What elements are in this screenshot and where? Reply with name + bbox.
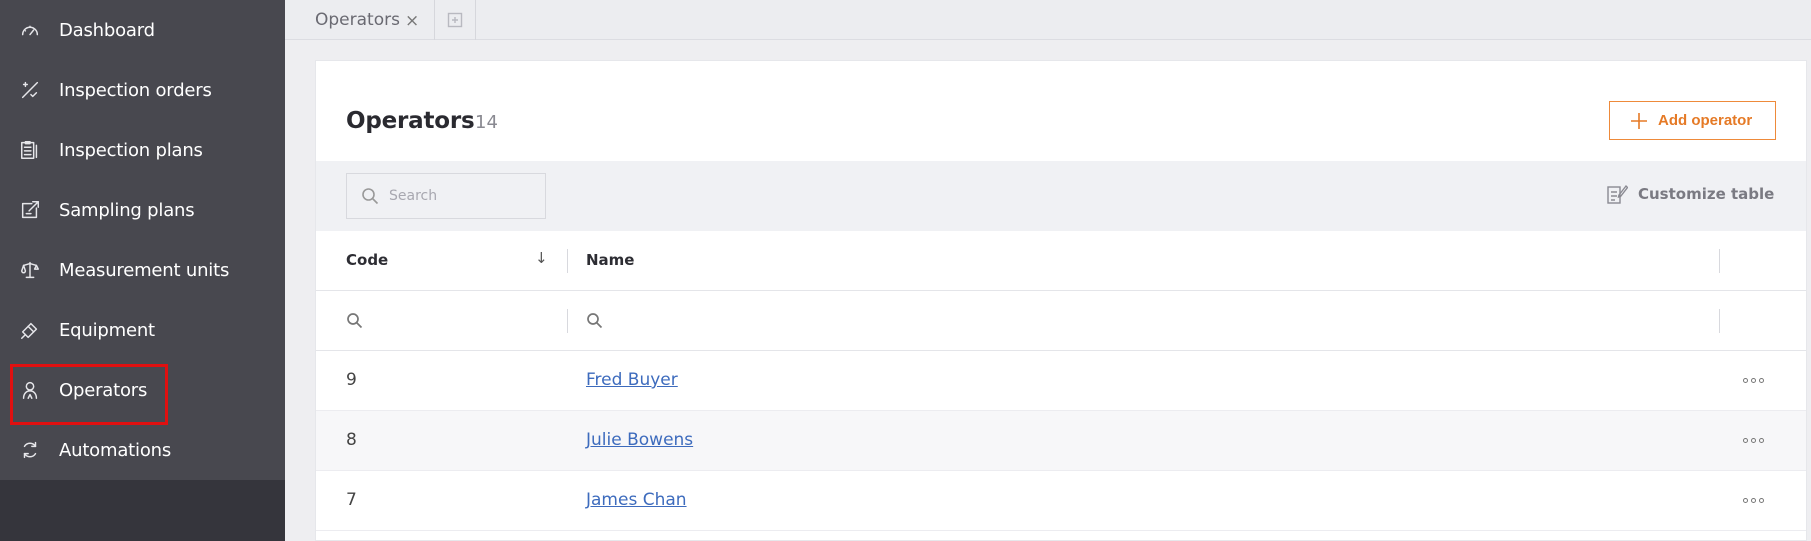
- close-icon[interactable]: ×: [405, 11, 419, 31]
- column-divider: [567, 309, 568, 333]
- sidebar-item-sampling-plans[interactable]: Sampling plans: [0, 180, 285, 240]
- sidebar-item-label: Equipment: [59, 319, 155, 341]
- search-icon: [362, 188, 379, 205]
- new-tab-button[interactable]: [435, 0, 476, 40]
- sidebar-item-label: Measurement units: [59, 259, 230, 281]
- table-row[interactable]: 7 James Chan: [316, 471, 1806, 531]
- sidebar-item-measurement-units[interactable]: Measurement units: [0, 240, 285, 300]
- sidebar-item-inspection-orders[interactable]: Inspection orders: [0, 60, 285, 120]
- filter-row: [316, 291, 1806, 351]
- sidebar-item-automations[interactable]: Automations: [0, 420, 285, 480]
- inspection-orders-icon: [18, 78, 42, 102]
- cell-name-link[interactable]: Julie Bowens: [586, 430, 693, 450]
- column-divider[interactable]: [567, 249, 568, 273]
- filter-name-search-icon[interactable]: [586, 312, 603, 329]
- scale-icon: [18, 258, 42, 282]
- sidebar-item-operators[interactable]: Operators: [0, 360, 285, 425]
- plus-icon: [1631, 112, 1647, 129]
- sidebar-item-label: Operators: [59, 379, 148, 401]
- filter-code-search-icon[interactable]: [346, 312, 363, 329]
- search-box[interactable]: [346, 173, 546, 219]
- dashboard-icon: [18, 18, 42, 42]
- sidebar-item-label: Automations: [59, 439, 172, 461]
- add-operator-button[interactable]: Add operator: [1609, 101, 1776, 140]
- operators-panel: Operators 14 Add operator Customize tabl…: [315, 60, 1807, 541]
- sort-down-icon[interactable]: ↓: [535, 249, 548, 267]
- sidebar-item-inspection-plans[interactable]: Inspection plans: [0, 120, 285, 180]
- column-divider: [1719, 309, 1720, 333]
- sampling-icon: [18, 198, 42, 222]
- search-input[interactable]: [389, 188, 539, 204]
- cell-code: 7: [346, 490, 357, 510]
- customize-icon: [1607, 184, 1628, 204]
- sidebar-item-equipment[interactable]: Equipment: [0, 300, 285, 360]
- cell-code: 8: [346, 430, 357, 450]
- sidebar-nav: Dashboard Inspection orders Inspection p…: [0, 0, 285, 480]
- table-toolbar: Customize table: [316, 161, 1806, 231]
- refresh-icon: [18, 438, 42, 462]
- customize-table-button[interactable]: Customize table: [1606, 183, 1774, 205]
- sidebar-item-label: Dashboard: [59, 19, 155, 41]
- equipment-icon: [18, 318, 42, 342]
- table-header: Code ↓ Name: [316, 231, 1806, 291]
- sidebar-item-dashboard[interactable]: Dashboard: [0, 0, 285, 60]
- column-divider[interactable]: [1719, 249, 1720, 273]
- tab-operators[interactable]: Operators ×: [285, 0, 435, 40]
- column-header-code[interactable]: Code: [346, 251, 388, 269]
- table-row[interactable]: 9 Fred Buyer: [316, 351, 1806, 411]
- tab-label: Operators: [315, 10, 400, 30]
- more-actions-icon[interactable]: [1738, 430, 1768, 450]
- cell-code: 9: [346, 370, 357, 390]
- sidebar-footer: [0, 480, 285, 541]
- more-actions-icon[interactable]: [1738, 370, 1768, 390]
- table-row[interactable]: 8 Julie Bowens: [316, 411, 1806, 471]
- sidebar-item-label: Inspection orders: [59, 79, 212, 101]
- page-title: Operators: [346, 108, 475, 134]
- add-tab-icon: [447, 12, 463, 28]
- sidebar: Dashboard Inspection orders Inspection p…: [0, 0, 285, 541]
- customize-table-label: Customize table: [1638, 185, 1775, 203]
- clipboard-icon: [18, 138, 42, 162]
- column-header-name[interactable]: Name: [586, 251, 634, 269]
- sidebar-item-label: Inspection plans: [59, 139, 203, 161]
- more-actions-icon[interactable]: [1738, 490, 1768, 510]
- record-count: 14: [475, 112, 498, 133]
- operator-icon: [18, 378, 42, 402]
- add-operator-label: Add operator: [1658, 112, 1753, 129]
- tab-bar: Operators ×: [285, 0, 1811, 40]
- cell-name-link[interactable]: James Chan: [586, 490, 687, 510]
- sidebar-item-label: Sampling plans: [59, 199, 195, 221]
- cell-name-link[interactable]: Fred Buyer: [586, 370, 678, 390]
